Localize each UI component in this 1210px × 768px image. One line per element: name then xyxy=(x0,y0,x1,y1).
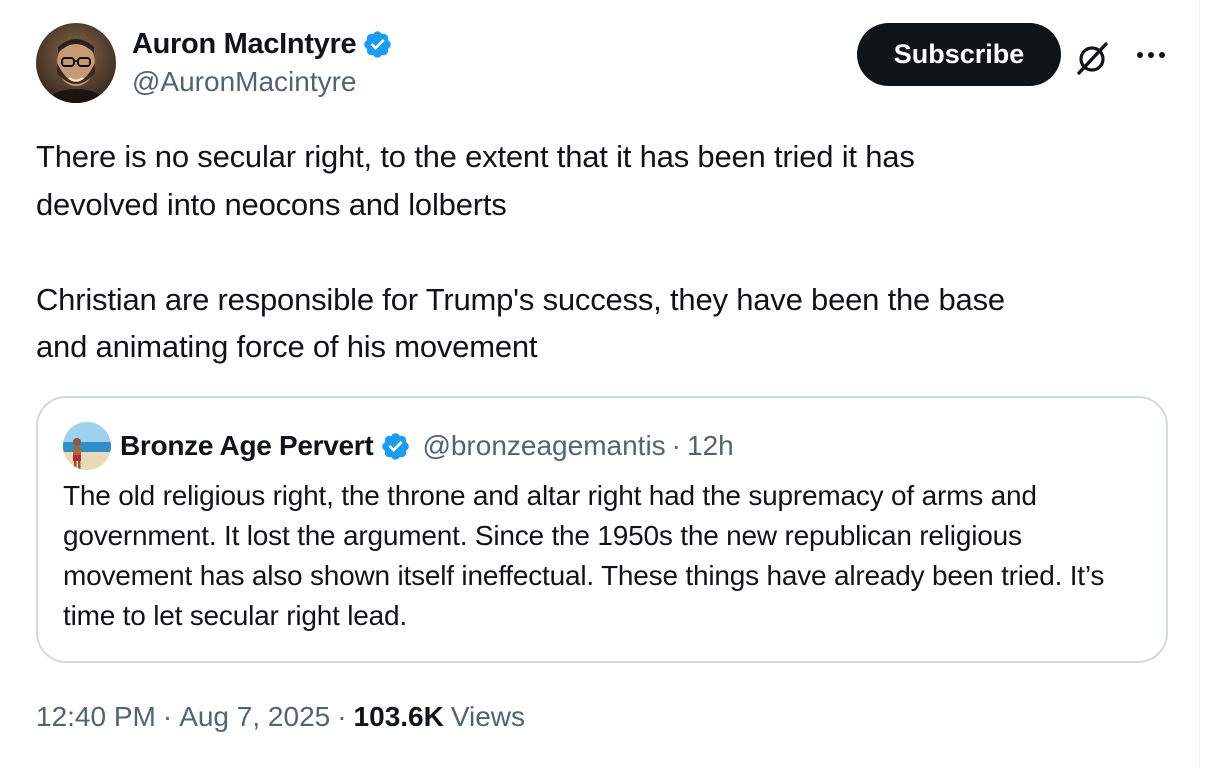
quoted-tweet-text: The old religious right, the throne and … xyxy=(63,480,1105,631)
quoted-tweet-card[interactable]: Bronze Age Pervert @bronzeagemantis · 12… xyxy=(36,396,1168,663)
author-handle[interactable]: @AuronMacintyre xyxy=(132,66,357,98)
meta-separator: · xyxy=(337,701,347,732)
tweet-article: Auron MacIntyre @AuronMacintyre Subscrib… xyxy=(0,0,1200,768)
more-horizontal-icon[interactable] xyxy=(1133,40,1169,70)
avatar-image xyxy=(36,23,116,103)
tweet-time[interactable]: 12:40 PM xyxy=(36,701,156,733)
views-label: Views xyxy=(450,701,526,732)
tweet-date[interactable]: Aug 7, 2025 xyxy=(179,701,330,733)
grok-icon[interactable] xyxy=(1072,38,1112,78)
quoted-separator: · xyxy=(671,430,681,461)
quoted-verified-badge-icon xyxy=(382,432,410,460)
author-avatar[interactable] xyxy=(36,23,116,103)
author-name-row: Auron MacIntyre xyxy=(132,26,393,62)
subscribe-button[interactable]: Subscribe xyxy=(857,23,1061,86)
quoted-avatar-image xyxy=(63,422,111,470)
tweet-text: There is no secular right, to the extent… xyxy=(36,139,1005,364)
quoted-author-handle[interactable]: @bronzeagemantis xyxy=(422,430,665,462)
meta-separator: · xyxy=(162,701,173,732)
quoted-tweet-header: Bronze Age Pervert @bronzeagemantis · 12… xyxy=(120,424,734,468)
views-count: 103.6K xyxy=(353,701,444,732)
quoted-author-name[interactable]: Bronze Age Pervert xyxy=(120,430,374,462)
verified-badge-icon[interactable] xyxy=(362,29,393,60)
tweet-meta: 12:40 PM · Aug 7, 2025 · 103.6K Views xyxy=(36,697,525,737)
author-display-name[interactable]: Auron MacIntyre xyxy=(132,28,357,61)
quoted-tweet-time[interactable]: 12h xyxy=(687,430,734,462)
quoted-author-avatar[interactable] xyxy=(63,422,111,470)
